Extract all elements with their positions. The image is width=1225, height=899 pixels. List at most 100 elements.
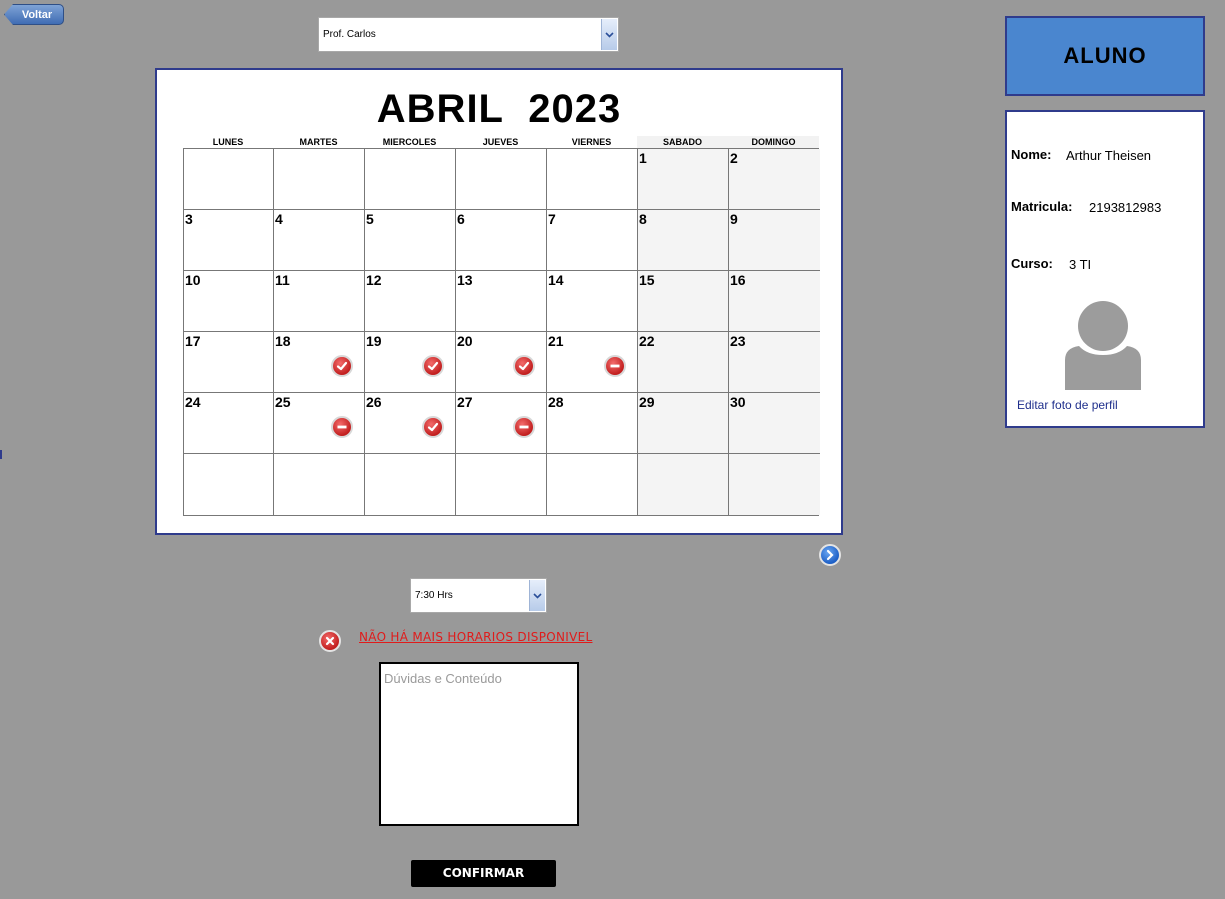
day-number: 16 (730, 272, 746, 288)
calendar-day-cell[interactable] (456, 454, 547, 515)
calendar-day-cell[interactable]: 5 (365, 210, 456, 271)
day-number: 15 (639, 272, 655, 288)
teacher-select[interactable]: Prof. Carlos (318, 17, 619, 52)
next-month-button[interactable] (819, 544, 841, 566)
x-circle-icon (319, 630, 341, 652)
calendar-day-cell[interactable]: 18 (274, 332, 365, 393)
day-number: 28 (548, 394, 564, 410)
calendar-day-cell[interactable] (729, 454, 820, 515)
calendar-day-cell[interactable]: 26 (365, 393, 456, 454)
avatar-placeholder-icon (1065, 301, 1141, 390)
calendar-day-cell[interactable] (184, 149, 274, 210)
calendar-day-cell[interactable]: 4 (274, 210, 365, 271)
day-number: 22 (639, 333, 655, 349)
day-number: 21 (548, 333, 564, 349)
calendar-day-cell[interactable]: 20 (456, 332, 547, 393)
calendar-day-cell[interactable]: 19 (365, 332, 456, 393)
time-select-value: 7:30 Hrs (415, 590, 453, 601)
calendar-day-cell[interactable]: 21 (547, 332, 638, 393)
time-select[interactable]: 7:30 Hrs (410, 578, 547, 613)
calendar-day-cell[interactable]: 16 (729, 271, 820, 332)
calendar-day-cell[interactable]: 1 (638, 149, 729, 210)
calendar-day-cell[interactable]: 14 (547, 271, 638, 332)
calendar-day-cell[interactable] (456, 149, 547, 210)
calendar-day-cell[interactable]: 15 (638, 271, 729, 332)
calendar-day-cell[interactable]: 12 (365, 271, 456, 332)
day-number: 2 (730, 150, 738, 166)
weekday-label: JUEVES (482, 137, 519, 147)
day-number: 4 (275, 211, 283, 227)
calendar-day-cell[interactable]: 29 (638, 393, 729, 454)
day-number: 3 (185, 211, 193, 227)
minus-circle-icon[interactable] (604, 355, 626, 377)
day-number: 5 (366, 211, 374, 227)
calendar-day-cell[interactable]: 27 (456, 393, 547, 454)
calendar-day-cell[interactable]: 17 (184, 332, 274, 393)
calendar-day-cell[interactable]: 6 (456, 210, 547, 271)
teacher-select-value: Prof. Carlos (323, 29, 376, 40)
calendar-day-cell[interactable]: 8 (638, 210, 729, 271)
no-times-error-link[interactable]: NÃO HÁ MAIS HORARIOS DISPONIVEL (359, 630, 592, 644)
weekday-header: LUNES MARTES MIERCOLES JUEVES VIERNES SABADO D… (183, 136, 819, 148)
weekday-label: SABADO (637, 136, 728, 148)
calendar-day-cell[interactable] (365, 149, 456, 210)
day-number: 26 (366, 394, 382, 410)
calendar-day-cell[interactable]: 9 (729, 210, 820, 271)
back-button[interactable]: Voltar (4, 4, 64, 25)
minus-circle-icon[interactable] (331, 416, 353, 438)
weekday-label: MIERCOLES (382, 137, 437, 147)
calendar-day-cell[interactable]: 22 (638, 332, 729, 393)
check-circle-icon[interactable] (513, 355, 535, 377)
day-number: 11 (275, 272, 290, 288)
curso-value: 3 TI (1069, 257, 1092, 272)
calendar-day-cell[interactable] (274, 454, 365, 515)
curso-label: Curso: (1011, 256, 1053, 271)
check-circle-icon[interactable] (422, 416, 444, 438)
calendar-day-cell[interactable]: 25 (274, 393, 365, 454)
calendar-year: 2023 (528, 87, 622, 131)
calendar-day-cell[interactable] (547, 454, 638, 515)
matricula-value: 2193812983 (1089, 200, 1162, 215)
calendar-day-cell[interactable] (638, 454, 729, 515)
calendar-month: ABRIL (376, 87, 504, 131)
confirm-button[interactable]: CONFIRMAR (411, 860, 556, 887)
check-circle-icon[interactable] (331, 355, 353, 377)
profile-header: ALUNO (1005, 16, 1205, 96)
chevron-down-icon[interactable] (529, 580, 545, 611)
day-number: 7 (548, 211, 556, 227)
calendar-day-cell[interactable]: 3 (184, 210, 274, 271)
day-number: 18 (275, 333, 291, 349)
calendar: ABRIL 2023 LUNES MARTES MIERCOLES JUEVES VIE… (155, 68, 843, 535)
calendar-day-cell[interactable] (184, 454, 274, 515)
calendar-day-cell[interactable] (274, 149, 365, 210)
calendar-day-cell[interactable]: 11 (274, 271, 365, 332)
notes-textarea[interactable]: Dúvidas e Conteúdo (379, 662, 579, 826)
weekday-label: DOMINGO (728, 136, 819, 148)
day-number: 27 (457, 394, 473, 410)
check-circle-icon[interactable] (422, 355, 444, 377)
calendar-day-cell[interactable] (365, 454, 456, 515)
chevron-down-icon[interactable] (601, 19, 617, 50)
profile-card: Nome: Arthur Theisen Matricula: 21938129… (1005, 110, 1205, 428)
name-label: Nome: (1011, 147, 1052, 162)
matricula-label: Matricula: (1011, 199, 1073, 214)
calendar-day-cell[interactable]: 2 (729, 149, 820, 210)
calendar-day-cell[interactable]: 30 (729, 393, 820, 454)
day-number: 19 (366, 333, 382, 349)
day-number: 1 (639, 150, 647, 166)
calendar-day-cell[interactable]: 13 (456, 271, 547, 332)
calendar-day-cell[interactable]: 7 (547, 210, 638, 271)
day-number: 12 (366, 272, 382, 288)
calendar-day-cell[interactable] (547, 149, 638, 210)
edit-photo-link[interactable]: Editar foto de perfil (1017, 398, 1118, 412)
day-number: 10 (185, 272, 201, 288)
calendar-day-cell[interactable]: 23 (729, 332, 820, 393)
day-number: 24 (185, 394, 201, 410)
calendar-grid: 1 2 3 4 5 6 7 8 9 10 11 12 13 14 15 16 17 18 19 20 21 22 23 24 2… (183, 148, 820, 516)
day-number: 6 (457, 211, 465, 227)
day-number: 25 (275, 394, 291, 410)
minus-circle-icon[interactable] (513, 416, 535, 438)
calendar-day-cell[interactable]: 24 (184, 393, 274, 454)
calendar-day-cell[interactable]: 28 (547, 393, 638, 454)
calendar-day-cell[interactable]: 10 (184, 271, 274, 332)
